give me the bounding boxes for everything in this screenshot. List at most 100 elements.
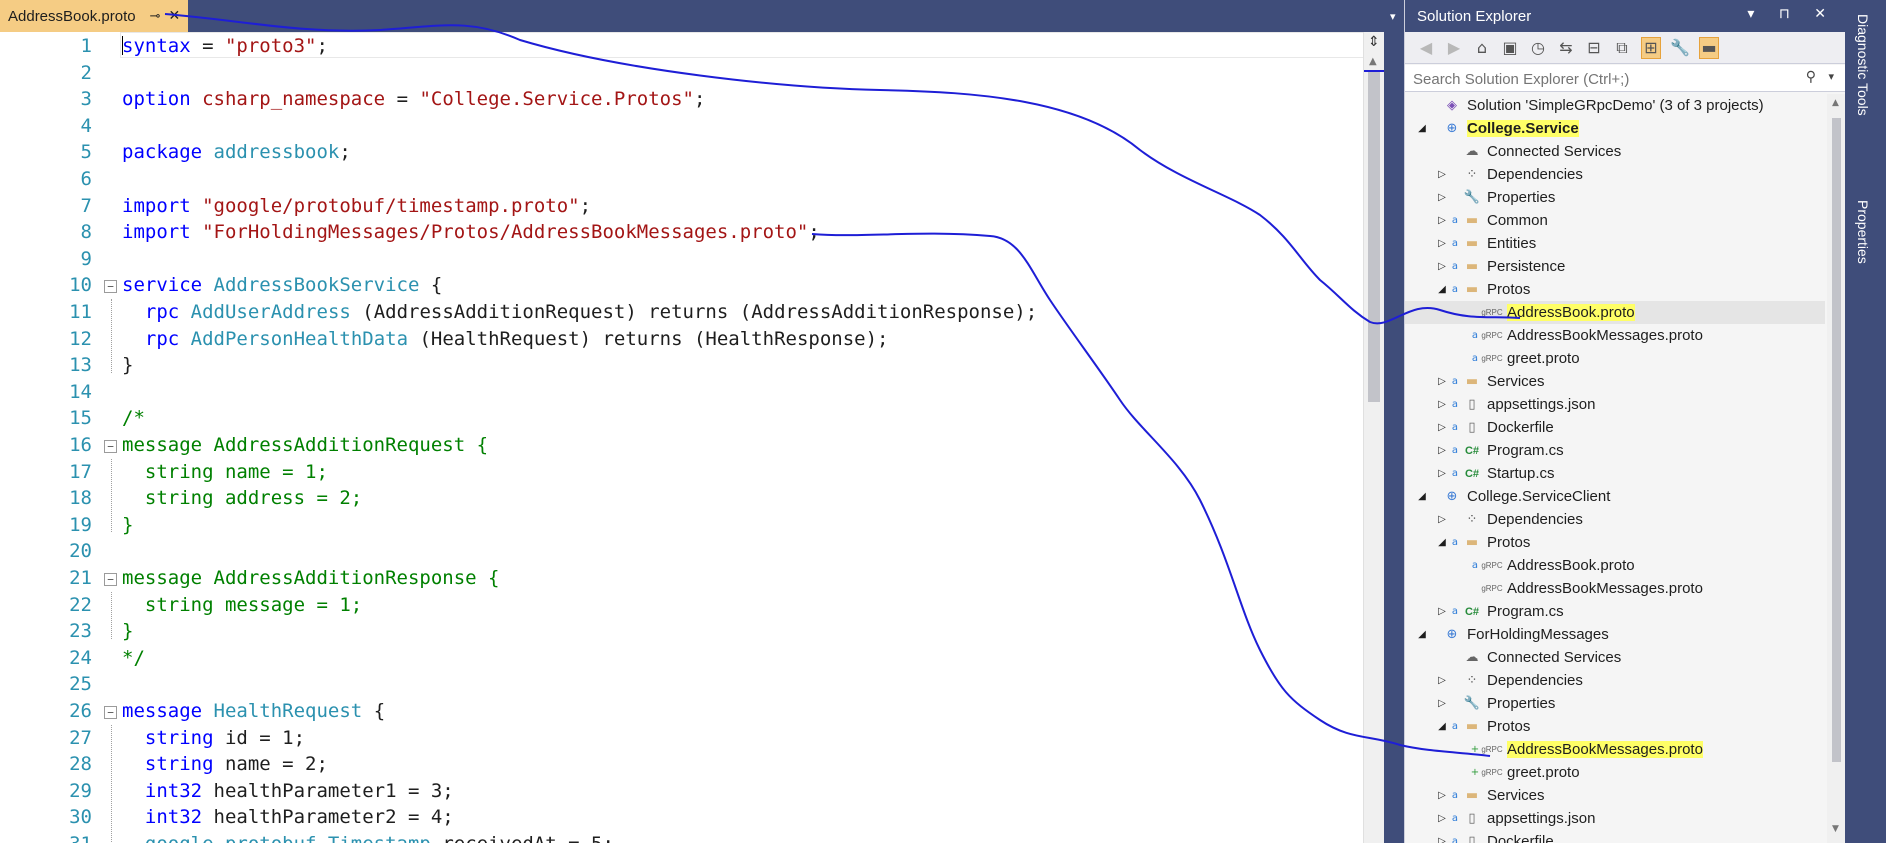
expand-arrow-icon[interactable]: ▷ xyxy=(1435,813,1449,824)
pending-changes-icon[interactable]: ◷ xyxy=(1529,38,1547,58)
fold-toggle-icon[interactable]: − xyxy=(104,440,117,453)
tree-item[interactable]: gRPC AddressBook.proto xyxy=(1405,301,1825,324)
tree-item[interactable]: ▷ a ▯ appsettings.json xyxy=(1405,393,1825,416)
tree-item[interactable]: a gRPC AddressBook.proto xyxy=(1405,554,1825,577)
tree-item[interactable]: ◢ ⊕ College.ServiceClient xyxy=(1405,485,1825,508)
tree-item[interactable]: ▷ a C# Program.cs xyxy=(1405,439,1825,462)
search-input[interactable] xyxy=(1411,65,1795,93)
scroll-thumb[interactable] xyxy=(1368,72,1380,402)
fold-toggle-icon[interactable]: − xyxy=(104,573,117,586)
code-line[interactable]: } xyxy=(122,352,133,379)
tab-diagnostic-tools[interactable]: Diagnostic Tools xyxy=(1855,14,1871,116)
tree-item[interactable]: ▷ ⁘ Dependencies xyxy=(1405,508,1825,531)
tree-item[interactable]: ▷ a ▬ Services xyxy=(1405,370,1825,393)
tree-item[interactable]: ◢ a ▬ Protos xyxy=(1405,278,1825,301)
code-line[interactable]: import "google/protobuf/timestamp.proto"… xyxy=(122,193,591,220)
collapse-arrow-icon[interactable]: ◢ xyxy=(1415,123,1429,134)
panel-splitter[interactable]: ▾ xyxy=(1384,0,1404,843)
fold-toggle-icon[interactable]: − xyxy=(104,706,117,719)
tree-item[interactable]: ▷ a C# Startup.cs xyxy=(1405,462,1825,485)
code-line[interactable]: string message = 1; xyxy=(122,592,362,619)
tree-item[interactable]: ◈ Solution 'SimpleGRpcDemo' (3 of 3 proje… xyxy=(1405,94,1825,117)
expand-arrow-icon[interactable]: ▷ xyxy=(1435,675,1449,686)
collapse-arrow-icon[interactable]: ◢ xyxy=(1435,537,1449,548)
code-line[interactable]: import "ForHoldingMessages/Protos/Addres… xyxy=(122,219,820,246)
code-line[interactable]: option csharp_namespace = "College.Servi… xyxy=(122,86,705,113)
tree-item[interactable]: ▷ a ▬ Entities xyxy=(1405,232,1825,255)
tab-addressbook-proto[interactable]: AddressBook.proto ⊸ ✕ xyxy=(0,0,189,32)
preview-selected-icon[interactable]: ⊞ xyxy=(1641,36,1661,59)
tree-item[interactable]: ▷ a ▬ Persistence xyxy=(1405,255,1825,278)
code-line[interactable]: message AddressAdditionResponse { xyxy=(122,565,500,592)
expand-arrow-icon[interactable]: ▷ xyxy=(1435,514,1449,525)
search-icon[interactable]: ⚲ xyxy=(1806,69,1816,85)
code-line[interactable]: service AddressBookService { xyxy=(122,272,442,299)
tree-item[interactable]: ☁ Connected Services xyxy=(1405,140,1825,163)
expand-arrow-icon[interactable]: ▷ xyxy=(1435,606,1449,617)
tree-item[interactable]: ◢ a ▬ Protos xyxy=(1405,715,1825,738)
split-editor-icon[interactable]: ⇕ xyxy=(1368,34,1380,50)
tree-item[interactable]: ▷ a ▬ Services xyxy=(1405,784,1825,807)
scroll-thumb[interactable] xyxy=(1832,118,1841,762)
code-line[interactable]: int32 healthParameter2 = 4; xyxy=(122,804,454,831)
code-line[interactable]: } xyxy=(122,512,133,539)
tree-item[interactable]: ◢ ⊕ College.Service xyxy=(1405,117,1825,140)
code-line[interactable]: } xyxy=(122,618,133,645)
tree-item[interactable]: a gRPC greet.proto xyxy=(1405,347,1825,370)
expand-arrow-icon[interactable]: ▷ xyxy=(1435,376,1449,387)
code-line[interactable]: syntax = "proto3"; xyxy=(122,33,328,60)
tree-item[interactable]: + gRPC AddressBookMessages.proto xyxy=(1405,738,1825,761)
editor-vertical-scrollbar[interactable]: ⇕ ▲ xyxy=(1363,32,1384,843)
tree-item[interactable]: ▷ 🔧 Properties xyxy=(1405,692,1825,715)
expand-arrow-icon[interactable]: ▷ xyxy=(1435,238,1449,249)
pin-icon[interactable]: ⊸ xyxy=(150,9,161,24)
scroll-down-arrow-icon[interactable]: ▼ xyxy=(1832,824,1839,834)
active-document-icon[interactable]: ▬ xyxy=(1699,36,1719,59)
window-buttons[interactable]: ▾ ⊓ ✕ xyxy=(1747,6,1836,22)
fold-toggle-icon[interactable]: − xyxy=(104,280,117,294)
expand-arrow-icon[interactable]: ▷ xyxy=(1435,698,1449,709)
collapse-arrow-icon[interactable]: ◢ xyxy=(1435,284,1449,295)
scroll-up-arrow-icon[interactable]: ▲ xyxy=(1369,56,1377,67)
code-line[interactable]: /* xyxy=(122,405,145,432)
collapse-arrow-icon[interactable]: ◢ xyxy=(1415,491,1429,502)
tree-item[interactable]: ▷ a ▬ Common xyxy=(1405,209,1825,232)
switch-views-icon[interactable]: ▣ xyxy=(1501,38,1519,58)
code-line[interactable]: package addressbook; xyxy=(122,139,351,166)
code-line[interactable]: string name = 2; xyxy=(122,751,328,778)
tree-item[interactable]: ☁ Connected Services xyxy=(1405,646,1825,669)
expand-arrow-icon[interactable]: ▷ xyxy=(1435,422,1449,433)
code-line[interactable]: int32 healthParameter1 = 3; xyxy=(122,778,454,805)
collapse-arrow-icon[interactable]: ◢ xyxy=(1415,629,1429,640)
expand-arrow-icon[interactable]: ▷ xyxy=(1435,399,1449,410)
code-editor[interactable]: 1 syntax = "proto3"; 2 3 option csharp_names… xyxy=(0,32,1384,843)
code-line[interactable]: string address = 2; xyxy=(122,485,362,512)
expand-arrow-icon[interactable]: ▷ xyxy=(1435,192,1449,203)
scroll-up-arrow-icon[interactable]: ▲ xyxy=(1832,98,1839,108)
forward-icon[interactable]: ▶ xyxy=(1445,38,1463,58)
expand-arrow-icon[interactable]: ▷ xyxy=(1435,836,1449,843)
code-line[interactable]: string id = 1; xyxy=(122,725,305,752)
tree-item[interactable]: ▷ 🔧 Properties xyxy=(1405,186,1825,209)
dropdown-icon[interactable]: ▾ xyxy=(1390,10,1396,23)
tree-item[interactable]: ◢ ⊕ ForHoldingMessages xyxy=(1405,623,1825,646)
code-line[interactable]: google.protobuf.Timestamp receivedAt = 5… xyxy=(122,831,614,843)
solution-explorer-scrollbar[interactable]: ▲ ▼ xyxy=(1827,94,1846,843)
tree-item[interactable]: ◢ a ▬ Protos xyxy=(1405,531,1825,554)
code-line[interactable]: */ xyxy=(122,645,145,672)
expand-arrow-icon[interactable]: ▷ xyxy=(1435,445,1449,456)
expand-arrow-icon[interactable]: ▷ xyxy=(1435,790,1449,801)
close-icon[interactable]: ✕ xyxy=(168,8,180,24)
show-all-files-icon[interactable]: ⧉ xyxy=(1613,38,1631,58)
tree-item[interactable]: ▷ ⁘ Dependencies xyxy=(1405,163,1825,186)
tree-item[interactable]: ▷ a ▯ appsettings.json xyxy=(1405,807,1825,830)
tree-item[interactable]: ▷ a C# Program.cs xyxy=(1405,600,1825,623)
code-line[interactable]: message AddressAdditionRequest { xyxy=(122,432,488,459)
tree-item[interactable]: ▷ a ▯ Dockerfile xyxy=(1405,416,1825,439)
tree-item[interactable]: a gRPC AddressBookMessages.proto xyxy=(1405,324,1825,347)
properties-icon[interactable]: 🔧 xyxy=(1670,38,1690,58)
collapse-arrow-icon[interactable]: ◢ xyxy=(1435,721,1449,732)
expand-arrow-icon[interactable]: ▷ xyxy=(1435,169,1449,180)
code-line[interactable]: rpc AddUserAddress (AddressAdditionReque… xyxy=(122,299,1037,326)
collapse-all-icon[interactable]: ⊟ xyxy=(1585,38,1603,58)
